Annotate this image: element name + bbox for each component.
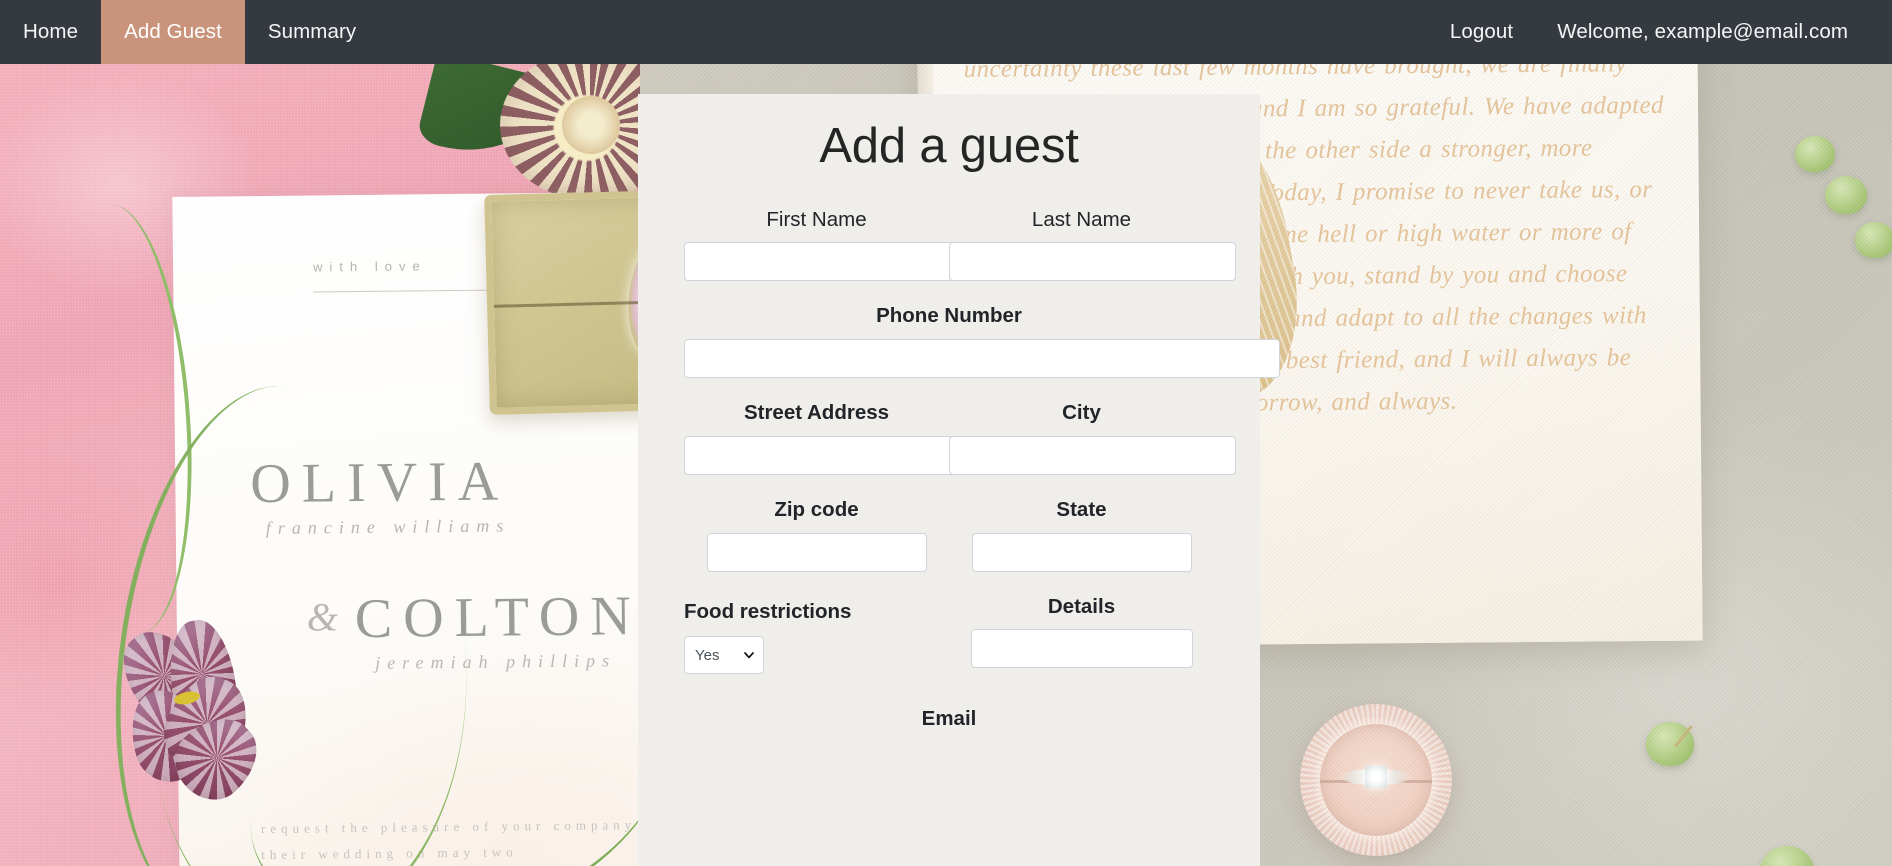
fritillaria-flower [106, 616, 288, 814]
street-address-label: Street Address [743, 401, 890, 425]
velvet-ring-box-round [1300, 704, 1452, 856]
address-row: Street Address City [684, 399, 1236, 475]
food-details-row: Food restrictions Yes No Details [684, 593, 1214, 675]
phone-number-input[interactable] [684, 339, 1280, 379]
navbar-right-links: Logout Welcome, example@email.com [1428, 0, 1892, 64]
green-berry [1760, 846, 1814, 866]
zip-code-label: Zip code [774, 497, 859, 521]
page-title: Add a guest [819, 119, 1079, 173]
berry-stem [1674, 725, 1693, 748]
state-input[interactable] [971, 532, 1192, 572]
page-stage: with love OLIVIA francine williams & COL… [0, 64, 1892, 866]
food-restrictions-select-wrap: Yes No [684, 636, 764, 675]
nav-item-summary[interactable]: Summary [245, 0, 379, 64]
welcome-user-label: Welcome, example@email.com [1557, 19, 1848, 43]
details-group: Details [949, 593, 1214, 675]
green-berry [1795, 136, 1835, 172]
city-group: City [949, 399, 1236, 475]
details-input[interactable] [970, 629, 1193, 669]
city-label: City [1062, 401, 1101, 425]
first-name-group: First Name [684, 206, 971, 282]
street-address-group: Street Address [684, 399, 971, 475]
green-berry [1855, 222, 1892, 258]
nav-item-add-guest[interactable]: Add Guest [101, 0, 245, 64]
green-berry [1825, 176, 1867, 214]
invitation-divider-rule [313, 289, 494, 293]
nav-item-home[interactable]: Home [0, 0, 101, 64]
logout-link[interactable]: Logout [1428, 0, 1535, 64]
grass-blade [244, 589, 686, 866]
phone-number-label: Phone Number [876, 304, 1022, 328]
last-name-group: Last Name [949, 206, 1236, 282]
details-label: Details [1047, 594, 1116, 618]
invitation-with-love-text: with love [313, 258, 427, 275]
top-navbar: Home Add Guest Summary Logout Welcome, e… [0, 0, 1892, 64]
state-group: State [949, 496, 1214, 572]
first-name-label: First Name [766, 207, 867, 231]
zip-code-input[interactable] [706, 532, 927, 572]
state-label: State [1056, 497, 1107, 521]
food-restrictions-select[interactable]: Yes No [684, 636, 764, 675]
zip-code-group: Zip code [684, 496, 949, 572]
engagement-ring-gem [1365, 765, 1387, 788]
phone-row: Phone Number [684, 302, 1280, 379]
phone-number-group: Phone Number [684, 302, 1280, 379]
zip-state-row: Zip code State [684, 496, 1214, 572]
add-guest-form-card: Add a guest First Name Last Name Phone N… [638, 94, 1280, 866]
name-row: First Name Last Name [684, 206, 1236, 282]
food-restrictions-group: Food restrictions Yes No [684, 593, 949, 675]
street-address-input[interactable] [684, 435, 971, 475]
email-label: Email [921, 707, 977, 731]
hellebore-center [562, 96, 620, 154]
navbar-left-links: Home Add Guest Summary [0, 0, 379, 64]
green-berry [1646, 722, 1694, 766]
last-name-input[interactable] [949, 242, 1236, 282]
first-name-input[interactable] [684, 242, 971, 282]
food-restrictions-label: Food restrictions [684, 599, 852, 623]
last-name-label: Last Name [1031, 207, 1132, 231]
city-input[interactable] [949, 435, 1236, 475]
